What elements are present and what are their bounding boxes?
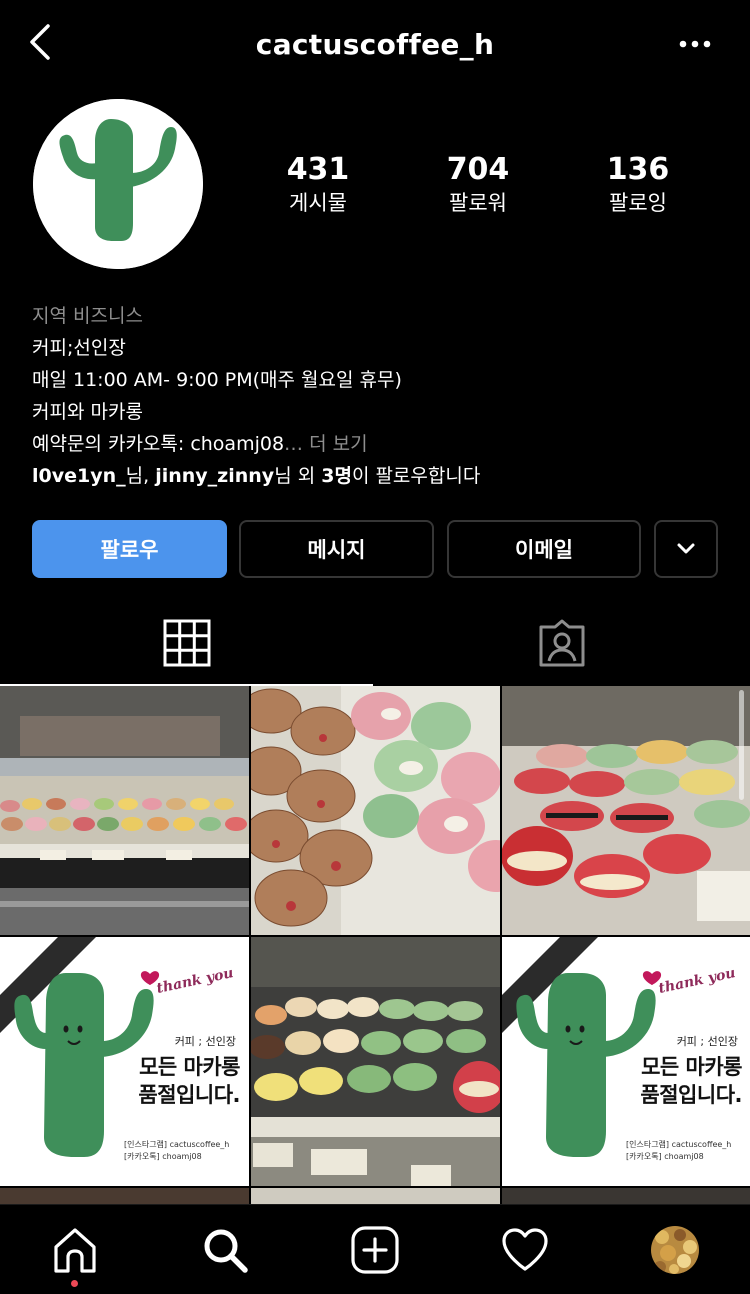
follow-button[interactable]: 팔로우 [32,520,227,578]
chevron-down-icon [677,543,695,554]
stat-posts[interactable]: 431 게시물 [248,152,388,218]
followed-by[interactable]: l0ve1yn_님, jinny_zinny님 외 3명이 팔로우합니다 [32,460,722,492]
profile-bio: 지역 비즈니스 커피;선인장 매일 11:00 AM- 9:00 PM(매주 월… [32,300,722,492]
grid-icon [163,619,211,667]
heart-icon[interactable] [500,1225,550,1275]
more-link[interactable]: 더 보기 [309,433,367,455]
soldout-headline-2: 품절입니다. [640,1083,742,1107]
post-thumbnail[interactable] [251,937,500,1186]
soldout-headline-1: 모든 마카롱 [641,1055,742,1079]
brand-text: 커피 ; 선인장 [174,1035,236,1048]
followed-by-text: 님, [125,465,156,487]
others-count[interactable]: 3명 [321,465,352,487]
bio-contact: 예약문의 카카오톡: choamj08 [32,433,285,455]
stat-following[interactable]: 136 팔로잉 [568,152,708,218]
following-label: 팔로잉 [609,191,667,215]
soldout-headline-1: 모든 마카롱 [139,1055,240,1079]
profile-avatar[interactable] [650,1225,700,1275]
suggested-dropdown-button[interactable] [654,520,718,578]
soldout-headline-2: 품절입니다. [138,1083,240,1107]
ellipsis-text: … [284,433,310,455]
followers-label: 팔로워 [449,191,507,215]
following-count: 136 [606,152,670,187]
profile-username: cactuscoffee_h [255,28,495,61]
ellipsis-icon[interactable] [678,32,712,56]
cactus-logo [33,99,203,269]
profile-avatar[interactable] [33,99,203,269]
posts-count: 431 [286,152,350,187]
tagged-person-icon [539,619,585,667]
post-thumbnail[interactable] [0,686,249,935]
bio-line: 예약문의 카카오톡: choamj08… 더 보기 [32,428,722,460]
bio-line: 매일 11:00 AM- 9:00 PM(매주 월요일 휴무) [32,369,402,391]
business-category: 지역 비즈니스 [32,305,143,327]
notification-dot [71,1280,78,1287]
soldout-kakao: [카카오톡] choamj08 [124,1152,202,1161]
bio-line: 커피;선인장 [32,337,126,359]
search-icon[interactable] [200,1225,250,1275]
soldout-insta: [인스타그램] cactuscoffee_h [124,1140,230,1149]
bio-line: 커피와 마카롱 [32,401,143,423]
followed-by-text: 이 팔로우합니다 [351,465,481,487]
scroll-indicator [739,690,744,800]
post-thumbnail[interactable] [502,686,750,935]
bottom-nav [0,1204,750,1294]
tab-posts-grid[interactable] [0,604,373,686]
top-bar: cactuscoffee_h [0,0,750,90]
stat-followers[interactable]: 704 팔로워 [408,152,548,218]
email-button[interactable]: 이메일 [447,520,641,578]
profile-tabs [0,604,750,686]
posts-grid: Sold out thank you 커피 ; 선인장 모든 마카롱 품절입니다… [0,686,750,1206]
message-button[interactable]: 메시지 [239,520,434,578]
plus-square-icon[interactable] [350,1225,400,1275]
post-thumbnail[interactable] [251,686,500,935]
followers-count: 704 [446,152,510,187]
posts-label: 게시물 [289,191,347,215]
soldout-kakao: [카카오톡] choamj08 [626,1152,704,1161]
soldout-insta: [인스타그램] cactuscoffee_h [626,1140,732,1149]
brand-text: 커피 ; 선인장 [676,1035,738,1048]
follower-name[interactable]: jinny_zinny [155,465,274,487]
followed-by-text: 님 외 [274,465,322,487]
tab-tagged[interactable] [375,604,750,686]
follower-name[interactable]: l0ve1yn_ [32,465,126,487]
post-thumbnail[interactable]: Sold out thank you 커피 ; 선인장 모든 마카롱 품절입니다… [502,937,750,1186]
home-icon[interactable] [50,1225,100,1275]
post-thumbnail[interactable]: Sold out thank you 커피 ; 선인장 모든 마카롱 품절입니다… [0,937,249,1186]
